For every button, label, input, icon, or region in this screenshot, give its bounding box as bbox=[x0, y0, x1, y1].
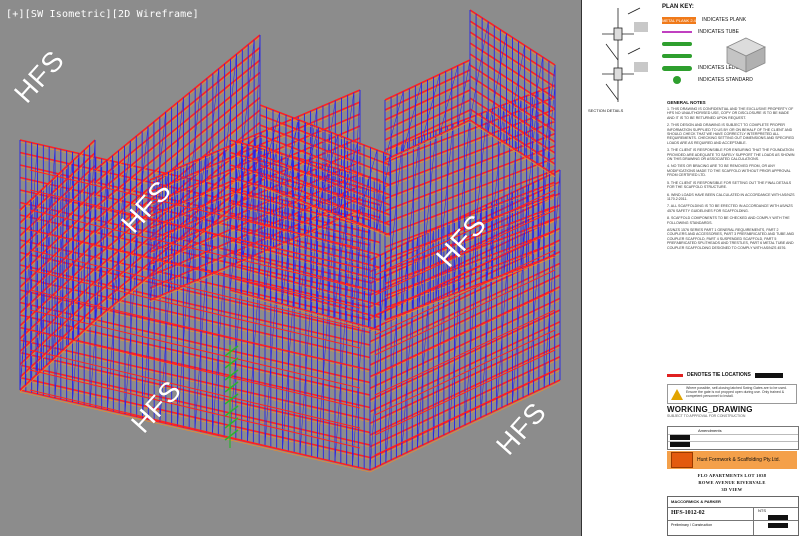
drawing-number: HFS-1012-02 bbox=[671, 510, 705, 516]
general-notes-title: GENERAL NOTES bbox=[667, 100, 706, 105]
ledger-swatch bbox=[662, 42, 692, 46]
working-drawing-subtitle: SUBJECT TO APPROVAL FOR CONSTRUCTION bbox=[667, 414, 746, 418]
view-cube-icon[interactable] bbox=[723, 34, 769, 74]
viewport-controls-label[interactable]: [+][SW Isometric][2D Wireframe] bbox=[6, 9, 199, 20]
section-details-label: SECTION DETAILS bbox=[588, 108, 624, 113]
ledger-swatch bbox=[662, 54, 692, 58]
tie-location-legend: DENOTES TIE LOCATIONS bbox=[667, 372, 797, 378]
note-item: 8. SCAFFOLD COMPONENTS TO BE CHECKED AND… bbox=[667, 216, 790, 225]
project-info: FLO APARTMENTS LOT 1038 ROWE AVENUE RIVE… bbox=[667, 472, 797, 493]
plan-key-title: PLAN KEY: bbox=[662, 4, 694, 10]
scale-label: NTS bbox=[758, 508, 766, 513]
note-item: 2. THIS DESIGN AND DRAWING IS SUBJECT TO… bbox=[667, 123, 795, 145]
revision-header: Amendments bbox=[698, 428, 722, 433]
company-logo bbox=[671, 452, 693, 468]
working-drawing-block: WORKING_DRAWING SUBJECT TO APPROVAL FOR … bbox=[667, 405, 797, 418]
plan-key-item: INDICATES STANDARD bbox=[662, 74, 798, 86]
note-item: 7. ALL SCAFFOLDING IS TO BE ERECTED IN A… bbox=[667, 204, 793, 213]
title-block: MACCORMICK & PARKER HFS-1012-02 Prelimin… bbox=[667, 496, 799, 536]
redacted-text bbox=[670, 435, 690, 440]
company-banner: Hunt Formwork & Scaffolding Pty.Ltd. bbox=[667, 451, 797, 469]
standard-swatch bbox=[673, 76, 681, 84]
note-item: AS/NZS 1576 SERIES PART 1 GENERAL REQUIR… bbox=[667, 227, 795, 250]
model-viewport[interactable]: [+][SW Isometric][2D Wireframe] HFS HFS … bbox=[0, 0, 800, 536]
plan-key-label: INDICATES STANDARD bbox=[698, 77, 753, 83]
warning-text: Where possible, self-closing latched Swi… bbox=[686, 386, 787, 399]
redacted-text bbox=[754, 372, 783, 378]
note-item: 5. THE CLIENT IS RESPONSIBLE FOR SETTING… bbox=[667, 180, 792, 190]
company-name: Hunt Formwork & Scaffolding Pty.Ltd. bbox=[697, 457, 780, 463]
status-text: Preliminary / Construction bbox=[671, 523, 713, 527]
ledger-swatch bbox=[662, 65, 692, 71]
redacted-text bbox=[768, 523, 788, 528]
project-line: 3D VIEW bbox=[721, 487, 743, 492]
note-item: 3. THE CLIENT IS RESPONSIBLE FOR ENSURIN… bbox=[667, 148, 795, 162]
project-line: ROWE AVENUE RIVERVALE bbox=[698, 480, 766, 485]
redacted-text bbox=[670, 442, 690, 447]
working-drawing-title: WORKING_DRAWING bbox=[667, 405, 753, 414]
plan-key-label: INDICATES PLANK bbox=[702, 17, 747, 23]
general-notes: GENERAL NOTES 1. THIS DRAWING IS CONFIDE… bbox=[667, 100, 795, 253]
client-line: MACCORMICK & PARKER bbox=[671, 499, 721, 504]
revision-table: Amendments bbox=[667, 426, 799, 450]
note-item: 6. WIND LOADS HAVE BEEN CALCULATED IN AC… bbox=[667, 192, 795, 201]
note-item: 4. NO TIES OR BRACING ARE TO BE REMOVED … bbox=[667, 164, 791, 178]
tie-swatch bbox=[667, 373, 683, 377]
tube-swatch bbox=[662, 31, 692, 33]
section-detail-sketch bbox=[602, 7, 648, 102]
warning-note: Where possible, self-closing latched Swi… bbox=[667, 384, 797, 404]
tie-label: DENOTES TIE LOCATIONS bbox=[687, 372, 751, 378]
warning-icon bbox=[671, 389, 683, 400]
plan-key-item: METAL PLANK 2.4 M INDICATES PLANK bbox=[662, 14, 798, 30]
project-line: FLO APARTMENTS LOT 1038 bbox=[697, 473, 767, 478]
plank-swatch: METAL PLANK 2.4 M bbox=[662, 16, 696, 30]
section-details: SECTION DETAILS bbox=[588, 4, 648, 116]
drawing-title-sheet: SECTION DETAILS PLAN KEY: METAL PLANK 2.… bbox=[581, 0, 800, 536]
note-item: 1. THIS DRAWING IS CONFIDENTIAL AND THE … bbox=[667, 107, 794, 120]
